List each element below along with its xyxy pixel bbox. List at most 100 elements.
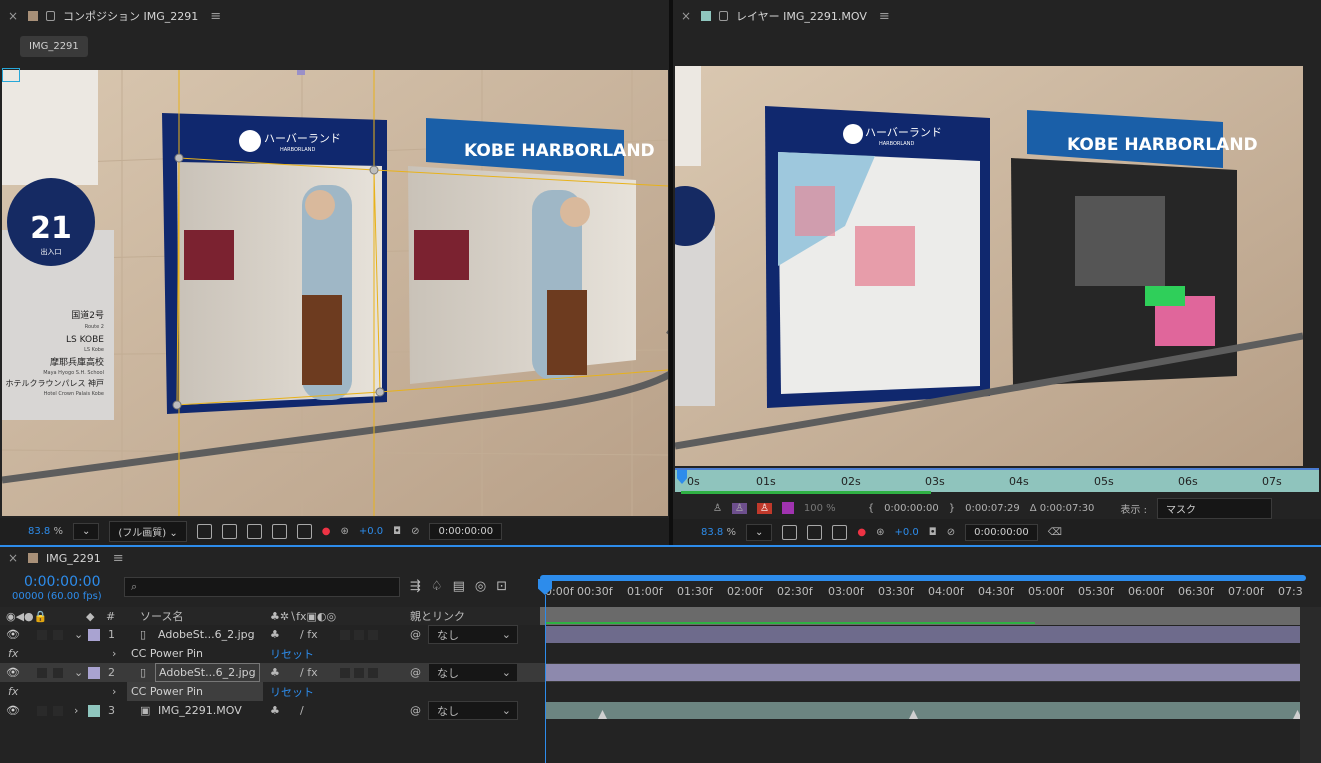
twirl-down-icon[interactable]: ⌄ [74, 663, 83, 682]
comp-mini-flowchart-icon[interactable]: ⇶ [410, 579, 421, 594]
comp-exposure-value[interactable]: +0.0 [359, 526, 383, 537]
quality-switch-icon[interactable]: / [300, 701, 304, 720]
panel-menu-icon[interactable]: ≡ [113, 551, 124, 566]
shy-icon[interactable]: ♣ [270, 663, 280, 682]
layer-zoom-dropdown[interactable]: ⌄ [745, 523, 773, 541]
pin-red-icon[interactable]: ♙ [756, 502, 772, 514]
mask-visibility-icon[interactable] [246, 524, 262, 539]
layer-name[interactable]: AdobeSt...6_2.jpg [158, 625, 255, 644]
comp-quality-dropdown[interactable]: (フル画質) ⌄ [109, 521, 187, 542]
layer-purple-swatch[interactable] [781, 502, 794, 514]
solo-box[interactable] [37, 625, 47, 644]
switches-icon[interactable]: ♣✲∖fx▣◐◎ [270, 610, 336, 623]
snapshot-icon[interactable]: ◘ [929, 527, 937, 538]
lock-box[interactable] [53, 701, 63, 720]
search-input[interactable] [137, 580, 378, 594]
work-area-bar[interactable] [540, 575, 1306, 581]
panel-menu-icon[interactable]: ≡ [210, 9, 221, 24]
transparency-grid-icon[interactable] [221, 524, 237, 539]
layer-out-time[interactable]: 0:00:07:29 [965, 503, 1020, 514]
shy-icon[interactable]: ♣ [270, 701, 280, 720]
reset-link[interactable]: リセット [270, 644, 314, 663]
comp-zoom-value[interactable]: 83.8 [28, 526, 50, 537]
color-channel-icon[interactable]: ● [857, 527, 866, 538]
graph-editor-icon[interactable]: ⊡ [496, 579, 507, 594]
comp-tab-chip[interactable]: IMG_2291 [20, 36, 88, 57]
layer-opacity[interactable]: 100 % [804, 503, 836, 514]
parent-dropdown[interactable]: なし ⌄ [428, 625, 518, 644]
timeline-scrollbar[interactable] [1300, 607, 1321, 763]
layer-bar-3[interactable] [545, 702, 1300, 719]
shy-layers-icon[interactable]: ♤ [431, 579, 443, 594]
parent-dropdown[interactable]: なし ⌄ [428, 663, 518, 682]
switch-boxes[interactable] [340, 663, 378, 682]
motion-blur-icon[interactable]: ◎ [475, 579, 486, 594]
color-management-icon[interactable]: ⊛ [340, 526, 348, 537]
onion-skin-icon[interactable]: ♙ [713, 503, 722, 514]
solo-box[interactable] [37, 701, 47, 720]
timeline-tab-title[interactable]: IMG_2291 [46, 552, 101, 565]
eye-icon[interactable]: 👁 [6, 663, 20, 682]
grid-overlay-icon[interactable] [2, 68, 20, 82]
twirl-right-icon[interactable]: › [112, 644, 116, 663]
layer-bar-2[interactable] [545, 664, 1300, 681]
transparency-grid-icon[interactable] [782, 524, 798, 540]
layer-exposure-value[interactable]: +0.0 [894, 527, 918, 538]
lock-icon[interactable] [719, 11, 728, 21]
safe-margins-icon[interactable] [832, 524, 848, 540]
solo-box[interactable] [37, 663, 47, 682]
fx-switch-icon[interactable]: / fx [300, 625, 318, 644]
lock-box[interactable] [53, 663, 63, 682]
twirl-right-icon[interactable]: › [112, 682, 116, 701]
layer-name[interactable]: IMG_2291.MOV [158, 701, 242, 720]
mask-visibility-icon[interactable] [807, 524, 823, 540]
region-of-interest-icon[interactable] [196, 524, 212, 539]
effect-name[interactable]: CC Power Pin [127, 682, 263, 701]
layer-in-time[interactable]: 0:00:00:00 [884, 503, 939, 514]
show-snapshot-icon[interactable]: ⊘ [947, 527, 955, 538]
pickwhip-icon[interactable]: @ [410, 663, 421, 682]
switch-boxes[interactable] [340, 625, 378, 644]
eye-icon[interactable]: 👁 [6, 701, 20, 720]
layer-search-field[interactable]: ⌕ [124, 577, 400, 597]
show-snapshot-icon[interactable]: ⊘ [411, 526, 419, 537]
close-icon[interactable]: × [8, 9, 20, 23]
safe-margins-icon[interactable] [296, 524, 312, 539]
twirl-down-icon[interactable]: ⌄ [74, 625, 83, 644]
comp-viewer[interactable]: 21 出入口 国道2号 Route 2 LS KOBE LS Kobe 摩耶兵庫… [2, 70, 668, 516]
column-source-name[interactable]: ソース名 [140, 608, 183, 624]
comp-timecode-field[interactable]: 0:00:00:00 [429, 523, 503, 540]
timeline-timecode[interactable]: 0:00:00:00 [24, 574, 101, 590]
layer-zoom-value[interactable]: 83.8 [701, 527, 723, 538]
effect-name[interactable]: CC Power Pin [131, 644, 203, 663]
lock-box[interactable] [53, 625, 63, 644]
effect-row-1[interactable]: fx › CC Power Pin リセット [0, 644, 1321, 663]
close-icon[interactable]: × [681, 9, 693, 23]
set-in-icon[interactable]: { [868, 503, 874, 514]
set-out-icon[interactable]: } [949, 503, 955, 514]
effect-row-2[interactable]: fx › CC Power Pin リセット [0, 682, 1321, 701]
twirl-right-icon[interactable]: › [74, 701, 78, 720]
reset-link[interactable]: リセット [270, 682, 314, 701]
eye-icon[interactable]: 👁 [6, 625, 20, 644]
ripple-insert-icon[interactable]: ⌫ [1048, 527, 1062, 538]
frame-blending-icon[interactable]: ▤ [453, 579, 465, 594]
layer-name[interactable]: AdobeSt...6_2.jpg [155, 663, 260, 682]
lock-icon[interactable] [46, 11, 55, 21]
comp-zoom-dropdown[interactable]: ⌄ [72, 523, 100, 540]
color-management-icon[interactable]: ⊛ [876, 527, 884, 538]
close-icon[interactable]: × [8, 551, 20, 565]
pickwhip-icon[interactable]: @ [410, 625, 421, 644]
timeline-ruler[interactable]: 0:00f 00:30f 01:00f 01:30f 02:00f 02:30f… [540, 585, 1310, 603]
layer-timecode-field[interactable]: 0:00:00:00 [965, 523, 1038, 541]
parent-dropdown[interactable]: なし ⌄ [428, 701, 518, 720]
layer-bar-1[interactable] [545, 626, 1300, 643]
fx-switch-icon[interactable]: / fx [300, 663, 318, 682]
label-column-icon[interactable]: ◆ [86, 610, 94, 623]
snapshot-icon[interactable]: ◘ [393, 526, 401, 537]
label-color[interactable] [88, 663, 100, 682]
label-color[interactable] [88, 701, 100, 720]
view-dropdown[interactable]: マスク [1156, 497, 1272, 519]
guide-icon[interactable] [271, 524, 287, 539]
layer-viewer[interactable]: ハーバーランド HARBORLAND KOBE HARBORLAND [675, 66, 1303, 466]
